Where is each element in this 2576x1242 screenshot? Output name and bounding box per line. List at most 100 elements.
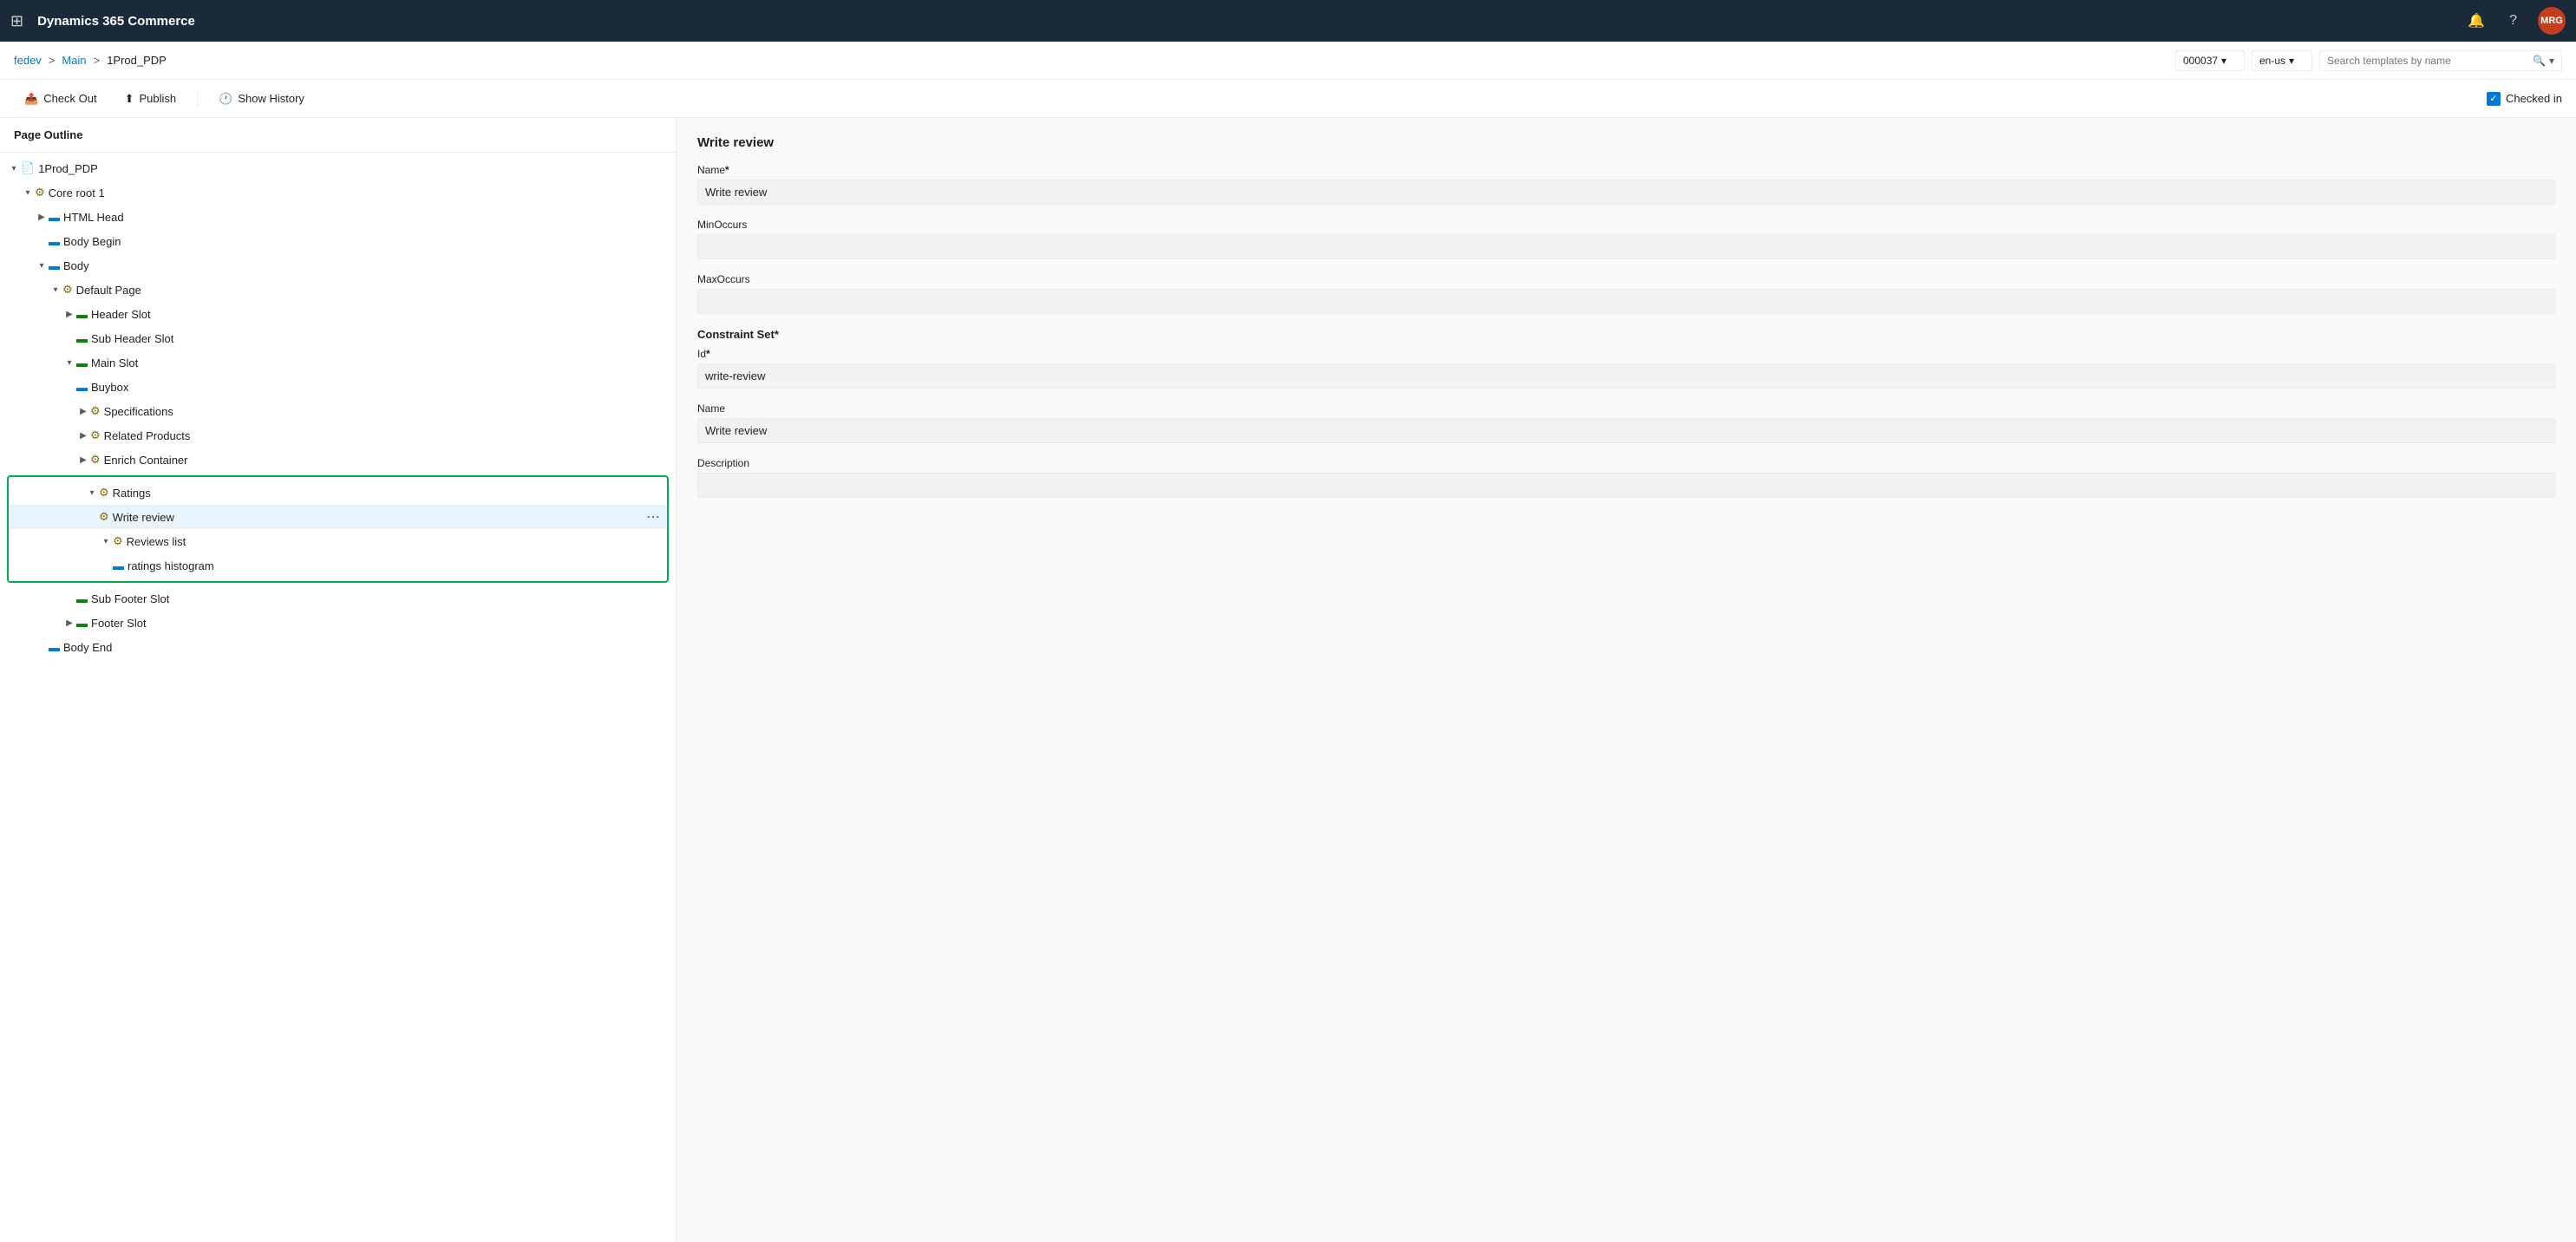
form-label-id: Id*: [697, 348, 2555, 360]
template-search-box[interactable]: 🔍 ▾: [2319, 50, 2562, 71]
form-group-description: Description: [697, 457, 2555, 498]
expand-icon-enrich-container[interactable]: ▶: [76, 455, 90, 465]
show-history-button[interactable]: 🕐 Show History: [208, 87, 315, 111]
right-panel-title: Write review: [697, 135, 2555, 150]
expand-icon-1prod-pdp[interactable]: ▾: [7, 164, 21, 173]
left-panel: Page Outline ▾ 📄 1Prod_PDP ▾ ⚙ Core root…: [0, 118, 677, 1242]
node-label-body-end: Body End: [63, 641, 112, 654]
check-out-label: Check Out: [43, 92, 96, 105]
module-icon-body-begin: ▬: [49, 235, 60, 248]
module-icon-ratings-histogram: ▬: [113, 559, 124, 572]
main-layout: Page Outline ▾ 📄 1Prod_PDP ▾ ⚙ Core root…: [0, 118, 2576, 1242]
breadcrumb-main[interactable]: Main: [62, 54, 86, 67]
tree-node-enrich-container[interactable]: ▶ ⚙ Enrich Container: [0, 448, 676, 472]
show-history-icon: 🕐: [219, 92, 232, 106]
tree-node-ratings[interactable]: ▾ ⚙ Ratings: [9, 480, 667, 505]
form-label-min-occurs: MinOccurs: [697, 219, 2555, 231]
app-title: Dynamics 365 Commerce: [37, 14, 195, 29]
toolbar-separator-1: [197, 90, 198, 108]
version-chevron-icon: ▾: [2221, 55, 2226, 67]
node-label-ratings-histogram: ratings histogram: [127, 559, 214, 572]
search-dropdown-icon[interactable]: ▾: [2549, 55, 2554, 67]
tree-node-body-begin[interactable]: ▬ Body Begin: [0, 229, 676, 253]
node-label-write-review: Write review: [113, 511, 174, 524]
tree-node-main-slot[interactable]: ▾ ▬ Main Slot: [0, 350, 676, 375]
node-label-sub-header-slot: Sub Header Slot: [91, 332, 173, 345]
module-icon-body: ▬: [49, 259, 60, 272]
tree-node-body[interactable]: ▾ ▬ Body: [0, 253, 676, 278]
node-label-core-root-1: Core root 1: [49, 186, 105, 199]
checked-in-icon: ✓: [2487, 92, 2501, 106]
tree-node-write-review[interactable]: ⚙ Write review ⋯: [9, 505, 667, 529]
container-icon-specifications: ⚙: [90, 404, 101, 418]
checked-in-label: Checked in: [2506, 92, 2562, 105]
tree-node-specifications[interactable]: ▶ ⚙ Specifications: [0, 399, 676, 423]
tree-node-default-page[interactable]: ▾ ⚙ Default Page: [0, 278, 676, 302]
description-input[interactable]: [697, 473, 2555, 498]
checked-in-status: ✓ Checked in: [2487, 92, 2562, 106]
breadcrumb-sep-2: >: [94, 54, 101, 67]
container-icon-default-page: ⚙: [62, 283, 73, 297]
expand-icon-specifications[interactable]: ▶: [76, 407, 90, 416]
more-options-icon[interactable]: ⋯: [646, 508, 660, 526]
tree-node-reviews-list[interactable]: ▾ ⚙ Reviews list: [9, 529, 667, 553]
expand-icon-header-slot[interactable]: ▶: [62, 310, 76, 319]
top-navigation: ⊞ Dynamics 365 Commerce 🔔 ? MRG: [0, 0, 2576, 42]
form-group-max-occurs: MaxOccurs: [697, 273, 2555, 314]
expand-icon-body[interactable]: ▾: [35, 261, 49, 271]
lang-chevron-icon: ▾: [2289, 55, 2294, 67]
tree-node-sub-header-slot[interactable]: ▬ Sub Header Slot: [0, 326, 676, 350]
tree-node-ratings-histogram[interactable]: ▬ ratings histogram: [9, 553, 667, 578]
language-dropdown[interactable]: en-us ▾: [2252, 50, 2312, 71]
tree-node-sub-footer-slot[interactable]: ▬ Sub Footer Slot: [0, 586, 676, 611]
expand-icon-main-slot[interactable]: ▾: [62, 358, 76, 368]
slot-icon-footer: ▬: [76, 617, 88, 630]
tree-node-core-root-1[interactable]: ▾ ⚙ Core root 1: [0, 180, 676, 205]
expand-icon-related-products[interactable]: ▶: [76, 431, 90, 441]
page-tree: ▾ 📄 1Prod_PDP ▾ ⚙ Core root 1 ▶ ▬ HTML H…: [0, 153, 676, 663]
search-input[interactable]: [2327, 55, 2529, 67]
search-icon[interactable]: 🔍: [2533, 55, 2546, 67]
container-icon-write-review: ⚙: [99, 510, 109, 524]
expand-icon-core-root-1[interactable]: ▾: [21, 188, 35, 198]
breadcrumb-sep-1: >: [49, 54, 56, 67]
expand-icon-html-head[interactable]: ▶: [35, 212, 49, 222]
expand-icon-ratings[interactable]: ▾: [85, 488, 99, 498]
tree-node-footer-slot[interactable]: ▶ ▬ Footer Slot: [0, 611, 676, 635]
expand-icon-footer-slot[interactable]: ▶: [62, 618, 76, 628]
breadcrumb-current: 1Prod_PDP: [107, 54, 167, 67]
node-label-default-page: Default Page: [76, 284, 141, 297]
help-icon[interactable]: ?: [2509, 13, 2517, 29]
show-history-label: Show History: [238, 92, 304, 105]
module-icon-buybox: ▬: [76, 381, 88, 394]
constraint-name-input[interactable]: [697, 418, 2555, 443]
tree-node-1prod-pdp[interactable]: ▾ 📄 1Prod_PDP: [0, 156, 676, 180]
container-icon: ⚙: [35, 186, 45, 199]
tree-node-header-slot[interactable]: ▶ ▬ Header Slot: [0, 302, 676, 326]
tree-node-related-products[interactable]: ▶ ⚙ Related Products: [0, 423, 676, 448]
expand-icon-default-page[interactable]: ▾: [49, 285, 62, 295]
breadcrumb-fedev[interactable]: fedev: [14, 54, 42, 67]
version-dropdown[interactable]: 000037 ▾: [2175, 50, 2245, 71]
name-input[interactable]: [697, 180, 2555, 205]
publish-button[interactable]: ⬆ Publish: [114, 87, 187, 111]
max-occurs-input[interactable]: [697, 289, 2555, 314]
selection-box: ▾ ⚙ Ratings ⚙ Write review ⋯ ▾ ⚙ Reviews…: [7, 475, 669, 583]
tree-node-body-end[interactable]: ▬ Body End: [0, 635, 676, 659]
check-out-button[interactable]: 📤 Check Out: [14, 87, 108, 111]
app-grid-icon[interactable]: ⊞: [10, 12, 23, 30]
tree-node-html-head[interactable]: ▶ ▬ HTML Head: [0, 205, 676, 229]
form-label-max-occurs: MaxOccurs: [697, 273, 2555, 285]
min-occurs-input[interactable]: [697, 234, 2555, 259]
notifications-icon[interactable]: 🔔: [2468, 12, 2485, 29]
avatar[interactable]: MRG: [2538, 7, 2566, 35]
slot-icon-header: ▬: [76, 308, 88, 321]
id-input[interactable]: [697, 363, 2555, 389]
page-icon: 📄: [21, 161, 35, 175]
node-label-header-slot: Header Slot: [91, 308, 151, 321]
form-group-min-occurs: MinOccurs: [697, 219, 2555, 259]
tree-node-buybox[interactable]: ▬ Buybox: [0, 375, 676, 399]
node-label-reviews-list: Reviews list: [127, 535, 186, 548]
constraint-set-title: Constraint Set*: [697, 328, 2555, 341]
expand-icon-reviews-list[interactable]: ▾: [99, 537, 113, 546]
